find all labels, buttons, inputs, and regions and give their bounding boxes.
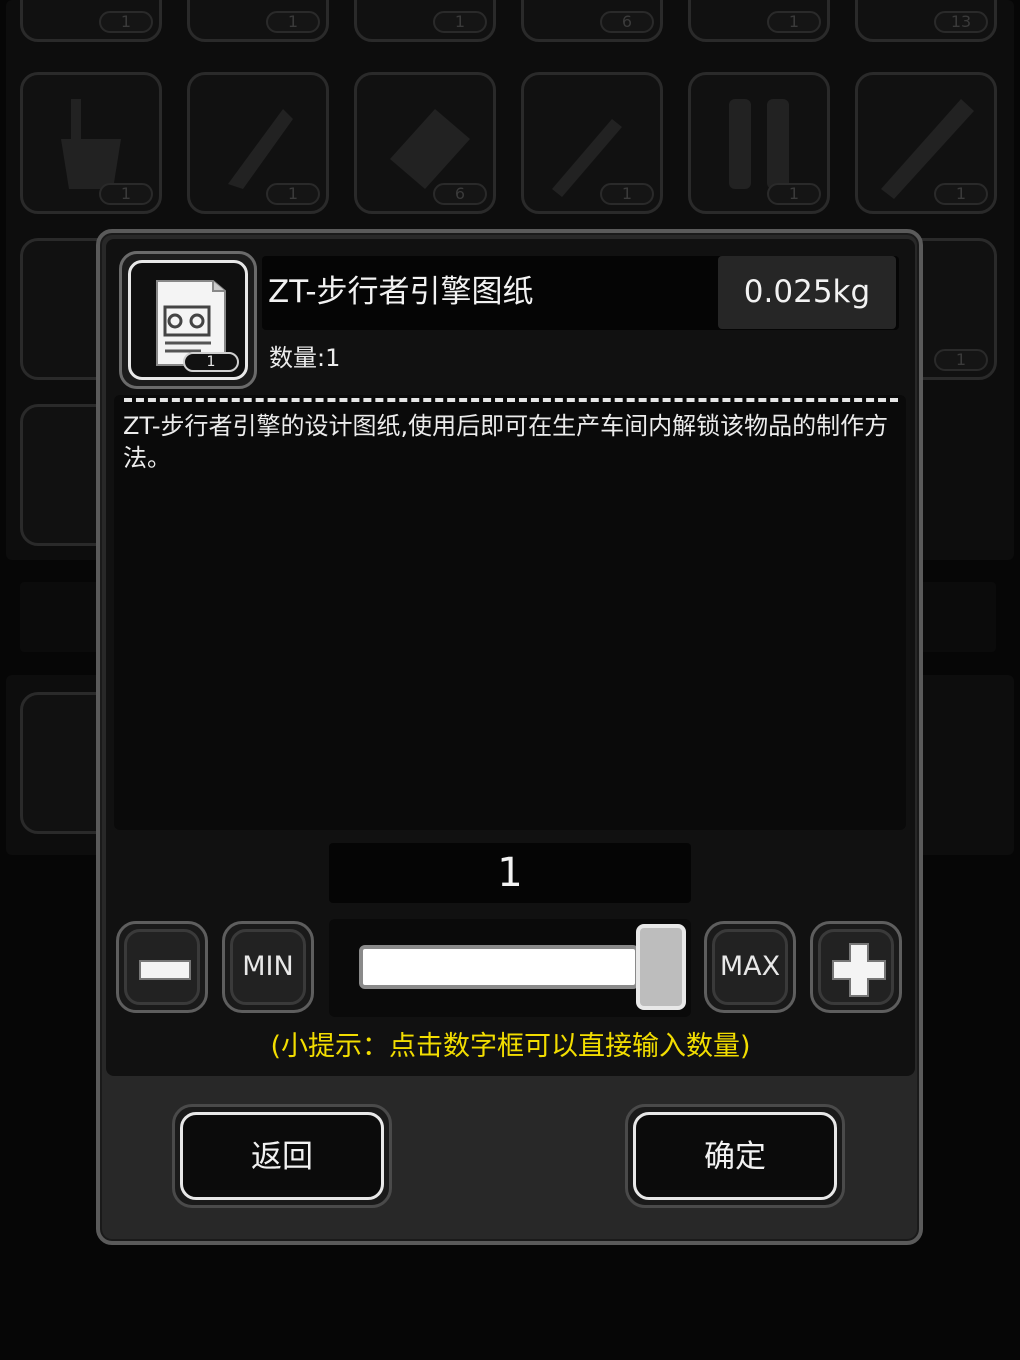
item-quantity: 数量:1 — [269, 344, 341, 372]
max-button[interactable]: MAX — [704, 921, 796, 1013]
inventory-slot[interactable]: 1 — [521, 72, 663, 214]
min-button[interactable]: MIN — [222, 921, 314, 1013]
inventory-slot[interactable]: 13 — [855, 0, 997, 42]
slot-count: 6 — [600, 11, 654, 33]
slot-count: 1 — [99, 11, 153, 33]
item-weight: 0.025kg — [743, 274, 871, 310]
back-button[interactable]: 返回 — [172, 1104, 392, 1208]
slot-count: 1 — [934, 183, 988, 205]
inventory-slot[interactable]: 1 — [20, 0, 162, 42]
inventory-slot[interactable]: 1 — [187, 0, 329, 42]
plus-icon — [832, 943, 886, 997]
slot-count: 1 — [266, 11, 320, 33]
item-description: ZT-步行者引擎的设计图纸,使用后即可在生产车间内解锁该物品的制作方法。 — [123, 412, 889, 472]
confirm-button-label: 确定 — [704, 1139, 766, 1175]
dashed-divider — [124, 398, 898, 402]
slot-count: 1 — [767, 183, 821, 205]
slot-count: 1 — [600, 183, 654, 205]
slot-count: 1 — [767, 11, 821, 33]
slot-count: 13 — [934, 11, 988, 33]
input-hint: (小提示：点击数字框可以直接输入数量) — [270, 1031, 751, 1062]
item-icon-frame: 1 — [119, 251, 257, 389]
quantity-slider-handle[interactable] — [636, 924, 686, 1010]
inventory-screen: 1 1 1 6 1 13 1 1 6 1 1 1 1 1 ZT-步行者引擎图纸 … — [0, 0, 1020, 1360]
decrease-button[interactable] — [116, 921, 208, 1013]
slot-count: 1 — [433, 11, 487, 33]
back-button-label: 返回 — [251, 1139, 313, 1175]
inventory-slot[interactable]: 1 — [688, 0, 830, 42]
inventory-slot[interactable]: 1 — [20, 72, 162, 214]
inventory-slot[interactable]: 1 — [855, 72, 997, 214]
quantity-slider-fill — [359, 945, 639, 989]
item-icon-count: 1 — [183, 352, 239, 372]
item-name: ZT-步行者引擎图纸 — [268, 274, 534, 310]
inventory-slot[interactable]: 6 — [521, 0, 663, 42]
confirm-button[interactable]: 确定 — [625, 1104, 845, 1208]
inventory-slot[interactable]: 6 — [354, 72, 496, 214]
inventory-slot[interactable]: 1 — [688, 72, 830, 214]
inventory-slot[interactable]: 1 — [354, 0, 496, 42]
slot-count: 1 — [266, 183, 320, 205]
increase-button[interactable] — [810, 921, 902, 1013]
inventory-slot[interactable]: 1 — [187, 72, 329, 214]
min-button-label: MIN — [242, 951, 294, 982]
slot-count: 1 — [934, 349, 988, 371]
minus-icon — [139, 960, 191, 980]
slot-count: 6 — [433, 183, 487, 205]
slot-count: 1 — [99, 183, 153, 205]
quantity-input[interactable]: 1 — [329, 843, 691, 903]
max-button-label: MAX — [719, 951, 781, 982]
item-icon-inner: 1 — [128, 260, 248, 380]
